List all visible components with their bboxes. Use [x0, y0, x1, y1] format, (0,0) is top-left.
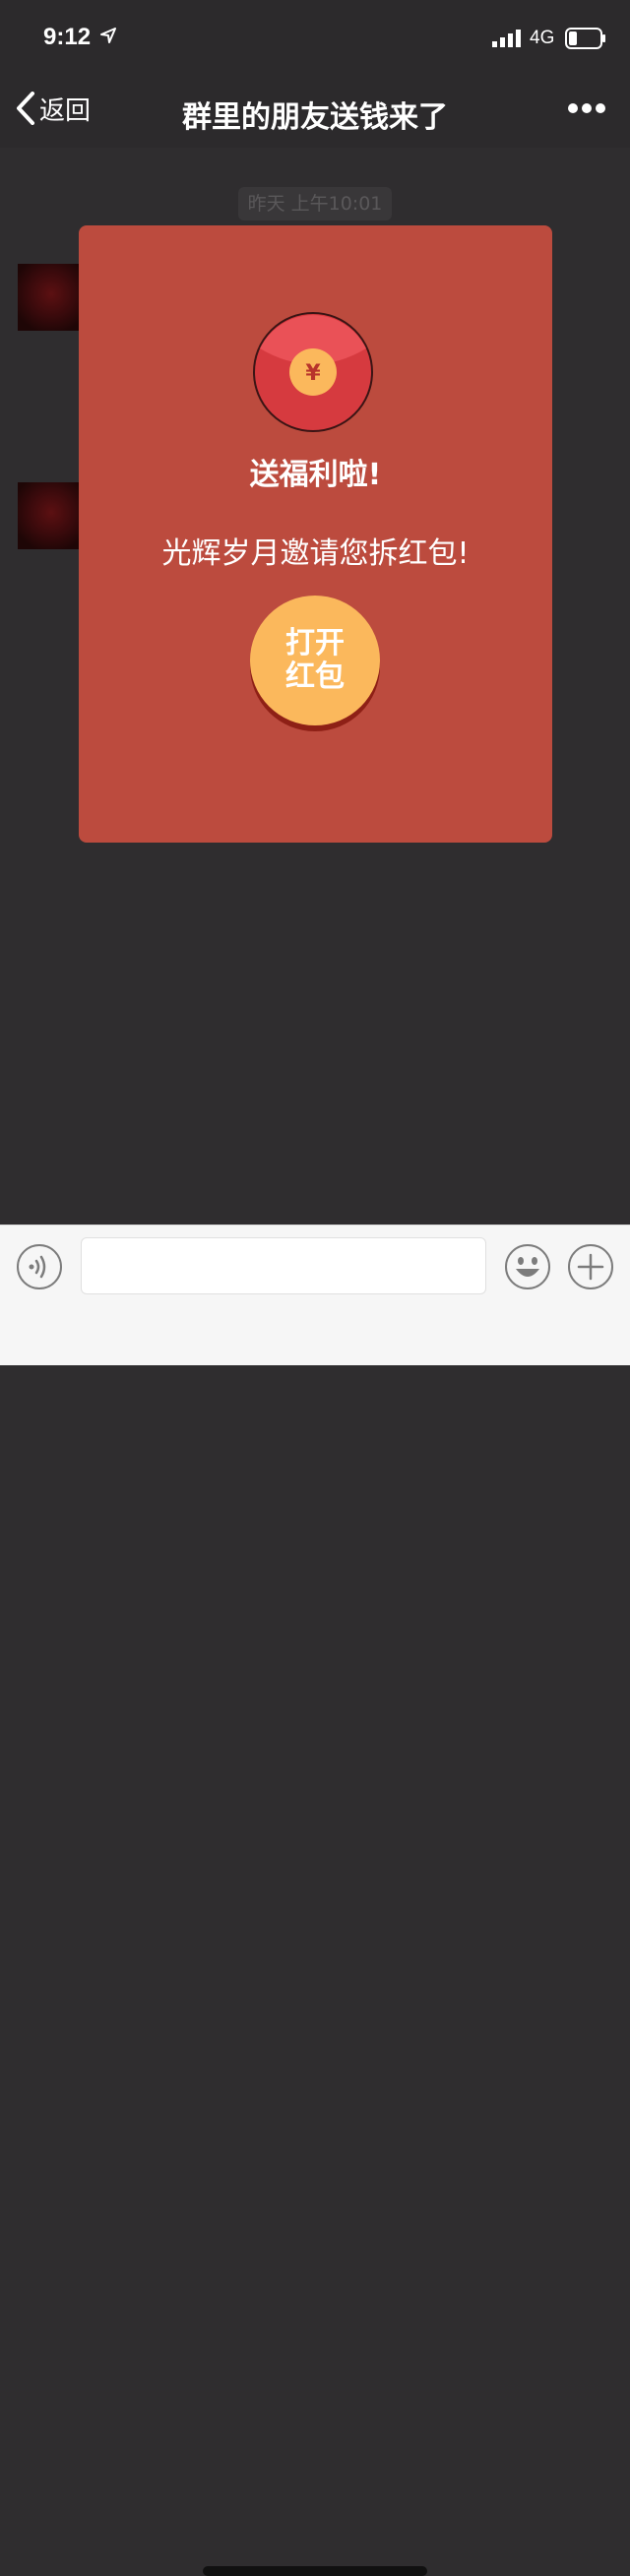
- open-red-envelope-button[interactable]: 打开红包: [250, 596, 380, 725]
- avatar[interactable]: [18, 482, 79, 549]
- message-input[interactable]: [81, 1237, 486, 1294]
- location-arrow-icon: [100, 28, 116, 43]
- page-title: 群里的朋友送钱来了: [182, 100, 448, 135]
- open-button-label: 打开红包: [285, 626, 345, 694]
- plus-icon[interactable]: [567, 1243, 614, 1290]
- network-type: 4G: [530, 28, 555, 48]
- dialog-message: 光辉岁月邀请您拆红包!: [161, 536, 470, 571]
- status-time: 9:12: [43, 24, 92, 50]
- input-bar: [0, 1225, 630, 2576]
- red-envelope-dialog: ¥ 送福利啦! 光辉岁月邀请您拆红包! 打开红包: [79, 225, 552, 843]
- signal-icon: [492, 30, 521, 47]
- home-indicator: [203, 2566, 427, 2576]
- avatar[interactable]: [18, 264, 79, 331]
- yuan-symbol: ¥: [305, 361, 321, 386]
- voice-icon[interactable]: [16, 1243, 63, 1290]
- status-bar: 9:12 4G: [0, 0, 630, 65]
- chat-timestamp: 昨天 上午10:01: [238, 187, 392, 220]
- battery-icon: [565, 28, 605, 49]
- red-envelope-icon: ¥: [253, 312, 373, 432]
- dialog-title: 送福利啦!: [249, 458, 382, 492]
- nav-bar: 返回 群里的朋友送钱来了: [0, 65, 630, 148]
- more-dots-icon[interactable]: [567, 102, 606, 114]
- emoji-icon[interactable]: [504, 1243, 551, 1290]
